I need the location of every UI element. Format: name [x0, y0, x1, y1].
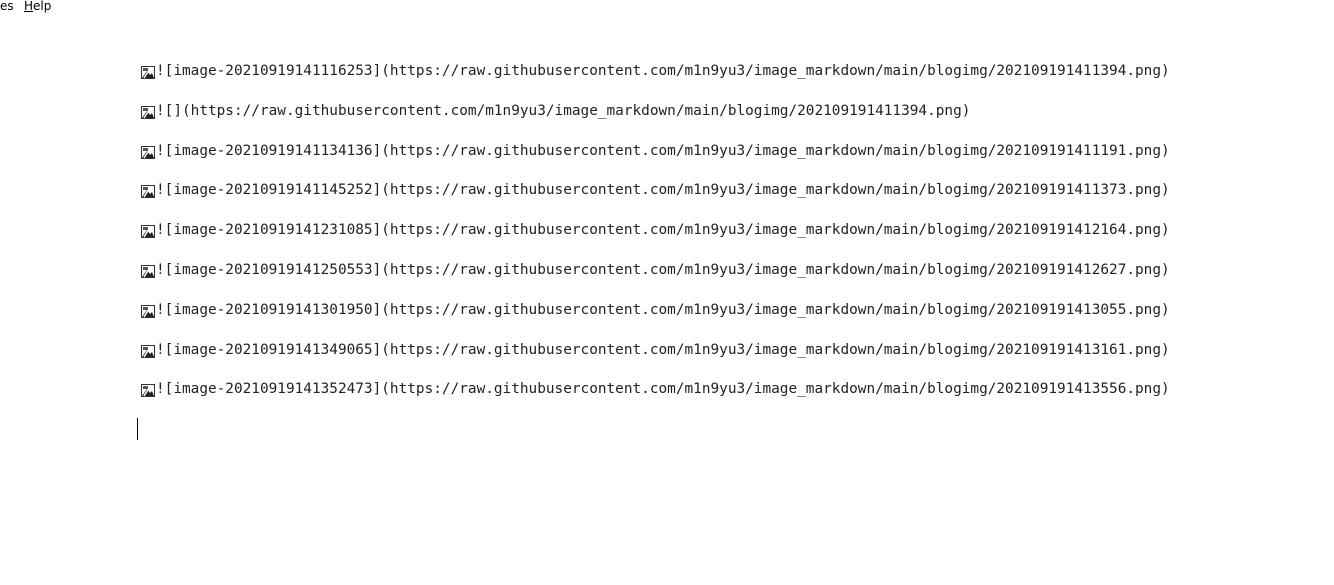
line-text: ![image-20210919141134136](https://raw.g… — [156, 142, 1170, 159]
editor-line[interactable]: ![image-20210919141301950](https://raw.g… — [141, 300, 1170, 340]
line-text: ![image-20210919141301950](https://raw.g… — [156, 301, 1170, 318]
line-text: ![image-20210919141349065](https://raw.g… — [156, 341, 1170, 358]
broken-image-icon — [141, 344, 155, 358]
editor-line[interactable]: ![image-20210919141116253](https://raw.g… — [141, 61, 1170, 101]
line-text: ![image-20210919141352473](https://raw.g… — [156, 381, 1170, 398]
editor-content[interactable]: ![image-20210919141116253](https://raw.g… — [141, 61, 1170, 419]
text-cursor — [137, 418, 138, 440]
editor-line[interactable]: ![image-20210919141231085](https://raw.g… — [141, 220, 1170, 260]
broken-image-icon — [141, 105, 155, 119]
menu-item-partial[interactable]: es — [0, 0, 14, 13]
broken-image-icon — [141, 264, 155, 278]
editor-line[interactable]: ![image-20210919141349065](https://raw.g… — [141, 340, 1170, 380]
line-text: ![image-20210919141145252](https://raw.g… — [156, 182, 1170, 199]
line-text: ![](https://raw.githubusercontent.com/m1… — [156, 102, 971, 119]
editor-line[interactable]: ![](https://raw.githubusercontent.com/m1… — [141, 101, 1170, 141]
broken-image-icon — [141, 383, 155, 398]
broken-image-icon — [141, 224, 155, 239]
broken-image-icon — [141, 304, 155, 318]
broken-image-icon — [141, 65, 155, 79]
broken-image-icon — [141, 184, 155, 199]
line-text: ![image-20210919141250553](https://raw.g… — [156, 261, 1170, 278]
editor-line[interactable]: ![image-20210919141134136](https://raw.g… — [141, 141, 1170, 181]
menu-accelerator: H — [24, 0, 34, 13]
broken-image-icon — [141, 145, 155, 159]
editor-line[interactable]: ![image-20210919141145252](https://raw.g… — [141, 180, 1170, 220]
line-text: ![image-20210919141231085](https://raw.g… — [156, 222, 1170, 239]
menu-label: elp — [33, 0, 52, 13]
editor-line[interactable]: ![image-20210919141250553](https://raw.g… — [141, 260, 1170, 300]
line-text: ![image-20210919141116253](https://raw.g… — [156, 63, 1170, 79]
menu-item-help[interactable]: Help — [24, 0, 51, 13]
editor-line[interactable]: ![image-20210919141352473](https://raw.g… — [141, 379, 1170, 419]
menu-label: es — [0, 0, 14, 13]
